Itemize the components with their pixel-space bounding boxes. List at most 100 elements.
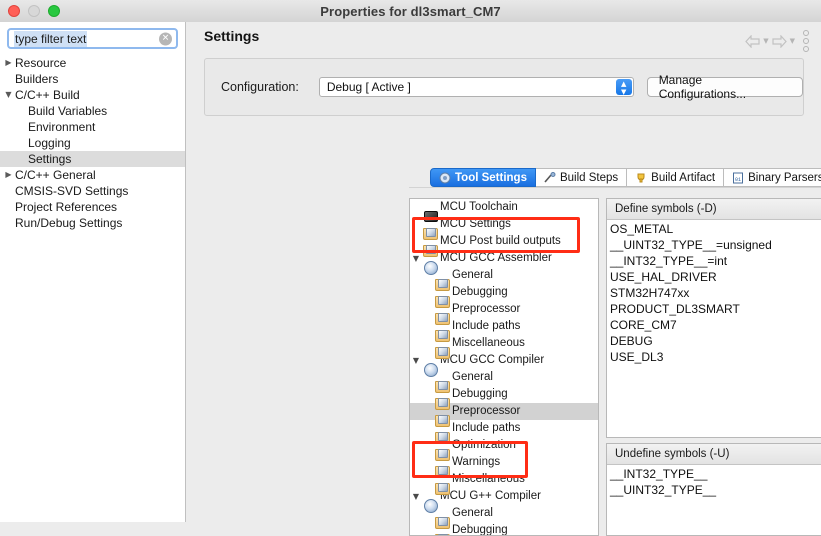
sidebar-item-resource[interactable]: ▶ Resource — [0, 55, 185, 71]
forward-history-caret-icon[interactable]: ▼ — [790, 37, 795, 45]
manage-configurations-button[interactable]: Manage Configurations... — [646, 73, 803, 101]
clear-filter-icon[interactable]: ✕ — [159, 32, 172, 45]
arrow-right-icon[interactable] — [772, 34, 787, 48]
arrow-left-icon[interactable] — [745, 34, 760, 48]
sidebar-item-logging[interactable]: Logging — [0, 135, 185, 151]
sidebar-item-label: Settings — [28, 152, 72, 166]
settings-tree: ▶ Resource Builders ▼ C/C++ Build Build Varia… — [0, 53, 185, 231]
option-tree-label: MCU GCC Compiler — [440, 354, 545, 366]
binary-parsers-icon: 01 — [732, 172, 744, 184]
define-symbols-header: Define symbols (-D) +✖✎↑↓ — [607, 199, 821, 220]
settings-navigation-pane: type filter text ✕ ▶ Resource Builders ▼ C/C… — [0, 22, 186, 522]
sidebar-item-settings[interactable]: Settings — [0, 151, 185, 167]
filter-container: type filter text ✕ — [0, 22, 185, 53]
symbol-list-item[interactable]: USE_HAL_DRIVER — [607, 269, 821, 285]
symbol-list-item[interactable]: __INT32_TYPE__ — [607, 466, 821, 482]
undefine-symbols-title: Undefine symbols (-U) — [615, 448, 730, 460]
configuration-label: Configuration: — [221, 80, 299, 94]
sidebar-item-label: Environment — [28, 120, 96, 134]
option-tree-label: MCU G++ Compiler — [440, 490, 541, 502]
svg-text:01: 01 — [735, 177, 741, 183]
symbol-list-item[interactable]: USE_DL3 — [607, 349, 821, 365]
option-tree-label: Debugging — [452, 286, 508, 298]
tab-label: Build Steps — [559, 171, 619, 184]
window-title: Properties for dl3smart_CM7 — [320, 3, 501, 19]
build-artifact-icon — [635, 172, 647, 184]
back-history-caret-icon[interactable]: ▼ — [763, 37, 768, 45]
symbol-text: __INT32_TYPE__ — [610, 467, 708, 481]
option-tree-label: Optimization — [452, 439, 516, 451]
chevron-right-icon[interactable]: ▶ — [2, 167, 15, 183]
option-tree-label: Debugging — [452, 388, 508, 400]
option-tree-label: Miscellaneous — [452, 337, 525, 349]
symbol-list-item[interactable]: DEBUG — [607, 333, 821, 349]
symbol-list-item[interactable]: CORE_CM7 — [607, 317, 821, 333]
sidebar-item-label: Run/Debug Settings — [15, 216, 123, 230]
page-title: Settings — [204, 28, 260, 44]
symbol-text: DEBUG — [610, 334, 653, 348]
tab-tool-settings[interactable]: Tool Settings — [430, 168, 536, 187]
option-tree-label: Include paths — [452, 320, 521, 332]
sidebar-item-c-c-build[interactable]: ▼ C/C++ Build — [0, 87, 185, 103]
symbol-text: USE_DL3 — [610, 350, 664, 364]
chevron-right-icon[interactable]: ▶ — [2, 55, 15, 71]
settings-content-pane: Settings ▼ ▼ Configuration: Debug [ Acti… — [186, 22, 821, 536]
chevron-updown-icon[interactable]: ▲ ▼ — [615, 79, 632, 96]
tool-settings-icon — [439, 172, 451, 184]
tab-label: Tool Settings — [455, 171, 527, 184]
sidebar-item-builders[interactable]: Builders — [0, 71, 185, 87]
title-bar: Properties for dl3smart_CM7 — [0, 0, 821, 23]
option-tree-item[interactable]: General — [410, 369, 598, 393]
sidebar-item-label: Builders — [15, 72, 59, 86]
symbol-list-item[interactable]: STM32H747xx — [607, 285, 821, 301]
sidebar-item-environment[interactable]: Environment — [0, 119, 185, 135]
symbol-text: USE_HAL_DRIVER — [610, 270, 717, 284]
sidebar-item-run-debug-settings[interactable]: Run/Debug Settings — [0, 215, 185, 231]
option-tree-label: MCU Toolchain — [440, 201, 518, 213]
define-symbols-panel: Define symbols (-D) +✖✎↑↓ OS_METAL __UINT… — [606, 198, 821, 438]
sidebar-item-label: Project References — [15, 200, 118, 214]
option-tree-item[interactable]: General — [410, 505, 598, 529]
chevron-down-icon[interactable]: ▼ — [2, 87, 15, 103]
tab-strip-divider — [409, 187, 821, 188]
define-symbols-list[interactable]: OS_METAL __UINT32_TYPE__=unsigned __INT32_… — [607, 220, 821, 365]
option-tree-label: MCU Post build outputs — [440, 235, 561, 247]
symbol-list-item[interactable]: PRODUCT_DL3SMART — [607, 301, 821, 317]
sidebar-item-label: CMSIS-SVD Settings — [15, 184, 129, 198]
symbol-text: OS_METAL — [610, 222, 674, 236]
option-tree-label: Warnings — [452, 456, 501, 468]
tab-build-artifact[interactable]: Build Artifact — [627, 168, 725, 187]
undefine-symbols-list[interactable]: __INT32_TYPE__ __UINT32_TYPE__ — [607, 465, 821, 498]
sidebar-item-build-variables[interactable]: Build Variables — [0, 103, 185, 119]
option-tree-item[interactable]: General — [410, 267, 598, 291]
chevron-down-icon[interactable]: ▼ — [410, 488, 422, 505]
chevron-down-icon[interactable]: ▼ — [410, 250, 422, 267]
tab-strip: Tool Settings Build Steps Build Artifact 01… — [430, 168, 821, 187]
symbol-list-item[interactable]: __UINT32_TYPE__=unsigned — [607, 237, 821, 253]
symbol-text: CORE_CM7 — [610, 318, 677, 332]
view-menu-icon[interactable] — [803, 30, 809, 52]
symbol-list-item[interactable]: __UINT32_TYPE__ — [607, 482, 821, 498]
option-tree-item[interactable]: MCU Post build outputs — [410, 233, 598, 257]
tab-label: Binary Parsers — [748, 171, 821, 184]
option-tree-label: Preprocessor — [452, 405, 521, 417]
chevron-down-icon[interactable]: ▼ — [410, 352, 422, 369]
tab-binary-parsers[interactable]: 01 Binary Parsers — [724, 168, 821, 187]
option-tree-label: MCU Settings — [440, 218, 511, 230]
symbol-list-item[interactable]: __INT32_TYPE__=int — [607, 253, 821, 269]
symbol-text: __UINT32_TYPE__ — [610, 483, 717, 497]
option-tree-item[interactable]: MCU Settings — [410, 216, 598, 240]
symbol-list-item[interactable]: OS_METAL — [607, 221, 821, 237]
filter-input[interactable]: type filter text ✕ — [7, 28, 178, 49]
option-tree-item[interactable]: ▼ MCU GCC Assembler — [410, 250, 598, 275]
option-tree-item[interactable]: MCU Toolchain — [410, 199, 598, 222]
sidebar-item-c-c-general[interactable]: ▶ C/C++ General — [0, 167, 185, 183]
tool-options-tree[interactable]: MCU Toolchain MCU Settings MCU Post build … — [409, 198, 599, 536]
option-tree-label: MCU GCC Assembler — [440, 252, 552, 264]
sidebar-item-project-references[interactable]: Project References — [0, 199, 185, 215]
header-nav: ▼ ▼ — [745, 30, 809, 52]
tab-build-steps[interactable]: Build Steps — [535, 168, 628, 187]
configuration-select[interactable]: Debug [ Active ] ▲ ▼ — [318, 77, 634, 97]
option-tree-label: General — [452, 269, 493, 281]
sidebar-item-cmsis-svd-settings[interactable]: CMSIS-SVD Settings — [0, 183, 185, 199]
